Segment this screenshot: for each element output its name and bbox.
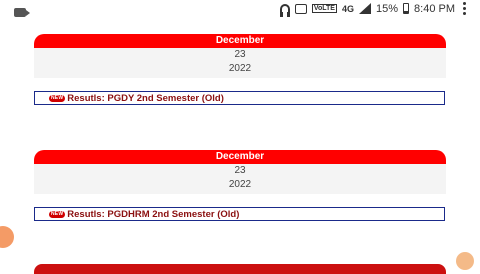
- floating-touch-indicator[interactable]: [0, 226, 14, 248]
- volte-icon: VoLTE: [311, 4, 337, 13]
- clock: 8:40 PM: [414, 2, 455, 15]
- new-badge-icon: NEW: [49, 94, 66, 102]
- result-link[interactable]: Resutls: PGDHRM 2nd Semester (Old): [67, 209, 239, 220]
- screen-recorder-indicator: [14, 4, 30, 22]
- more-options-icon[interactable]: [463, 2, 466, 15]
- network-type: 4G: [341, 3, 354, 14]
- battery-percent: 15%: [376, 2, 399, 15]
- signal-icon: [359, 3, 371, 14]
- video-camera-icon: [14, 8, 30, 17]
- battery-icon: [403, 3, 410, 14]
- status-bar: VoLTE 4G 15% 8:40 PM: [0, 0, 480, 20]
- headset-icon: [279, 3, 290, 17]
- date-year: 2022: [228, 63, 252, 74]
- edit-floating-icon[interactable]: [456, 252, 474, 270]
- new-badge-icon: NEW: [49, 210, 66, 218]
- result-item[interactable]: NEW Resutls: PGDHRM 2nd Semester (Old): [34, 207, 445, 221]
- date-card-partial: [34, 264, 446, 274]
- result-link[interactable]: Resutls: PGDY 2nd Semester (Old): [67, 93, 224, 104]
- date-card: December 23 2022: [34, 34, 446, 78]
- date-card: December 23 2022: [34, 150, 446, 194]
- result-item[interactable]: NEW Resutls: PGDY 2nd Semester (Old): [34, 91, 445, 105]
- date-day: 23: [234, 49, 246, 60]
- date-year: 2022: [228, 179, 252, 190]
- date-day: 23: [234, 165, 246, 176]
- date-month: December: [34, 34, 446, 48]
- vibrate-icon: [294, 3, 307, 14]
- date-month: December: [34, 150, 446, 164]
